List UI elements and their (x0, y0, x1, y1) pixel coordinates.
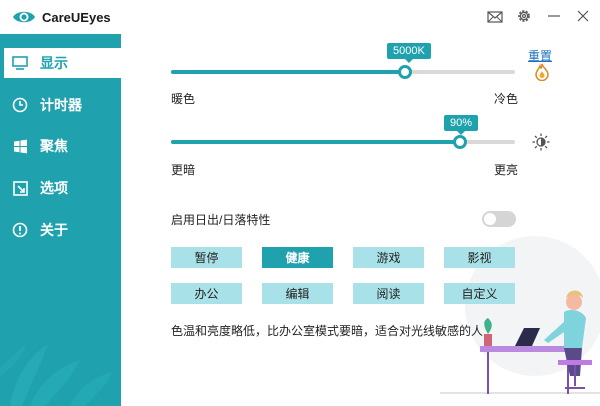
app-title: CareUEyes (42, 10, 111, 25)
brightness-value-tooltip: 90% (444, 115, 479, 135)
brightness-min-label: 更暗 (171, 163, 196, 177)
sidebar-item-label: 计时器 (40, 97, 82, 113)
temperature-slider-thumb[interactable] (398, 65, 412, 79)
close-icon[interactable] (572, 6, 594, 26)
title-bar: CareUEyes (0, 0, 600, 34)
external-link-icon (12, 180, 28, 196)
mode-reading-button[interactable]: 阅读 (353, 283, 424, 304)
sidebar: 显示 计时器 聚焦 选项 关于 (0, 34, 121, 406)
sidebar-item-timer[interactable]: 计时器 (4, 90, 121, 120)
display-panel: 5000K 重置 暖色 冷色 90% 更暗 更亮 启用日出/日落特性 暂停 健康… (121, 34, 600, 406)
brightness-slider-thumb[interactable] (453, 135, 467, 149)
mail-icon[interactable] (484, 6, 506, 26)
leaves-decoration (0, 344, 112, 406)
temperature-min-label: 暖色 (171, 92, 196, 106)
sidebar-item-label: 显示 (40, 55, 68, 71)
sidebar-item-options[interactable]: 选项 (4, 173, 121, 203)
mode-pause-button[interactable]: 暂停 (171, 247, 242, 268)
windows-icon (12, 138, 28, 154)
mode-game-button[interactable]: 游戏 (353, 247, 424, 268)
reset-link[interactable]: 重置 (528, 47, 552, 64)
brightness-icon (532, 133, 550, 151)
temperature-max-label: 冷色 (494, 92, 519, 106)
brightness-max-label: 更亮 (494, 163, 519, 177)
sunset-label: 启用日出/日落特性 (171, 213, 271, 227)
sidebar-item-focus[interactable]: 聚焦 (4, 131, 121, 161)
info-icon (12, 222, 28, 238)
sidebar-item-display[interactable]: 显示 (4, 48, 121, 78)
eye-logo-icon (12, 8, 36, 26)
sidebar-item-label: 选项 (40, 180, 68, 196)
sidebar-item-label: 关于 (40, 222, 68, 238)
mode-health-button[interactable]: 健康 (262, 247, 333, 268)
mode-edit-button[interactable]: 编辑 (262, 283, 333, 304)
temperature-value-tooltip: 5000K (387, 43, 431, 63)
mode-movie-button[interactable]: 影视 (444, 247, 515, 268)
monitor-icon (12, 55, 28, 71)
brightness-slider[interactable] (171, 135, 515, 149)
mode-custom-button[interactable]: 自定义 (444, 283, 515, 304)
mode-office-button[interactable]: 办公 (171, 283, 242, 304)
sidebar-item-label: 聚焦 (40, 138, 68, 154)
gear-icon[interactable] (513, 6, 535, 26)
sunset-toggle[interactable] (482, 211, 516, 227)
mode-description: 色温和亮度略低，比办公室模式要暗，适合对光线敏感的人 (171, 324, 484, 338)
clock-icon (12, 97, 28, 113)
brightness-slider-fill (171, 140, 460, 144)
temperature-slider[interactable] (171, 65, 515, 79)
sidebar-item-about[interactable]: 关于 (4, 215, 121, 245)
temperature-slider-fill (171, 70, 405, 74)
flame-icon (534, 63, 550, 82)
minimize-icon[interactable] (543, 6, 565, 26)
sunset-toggle-knob (484, 213, 496, 225)
